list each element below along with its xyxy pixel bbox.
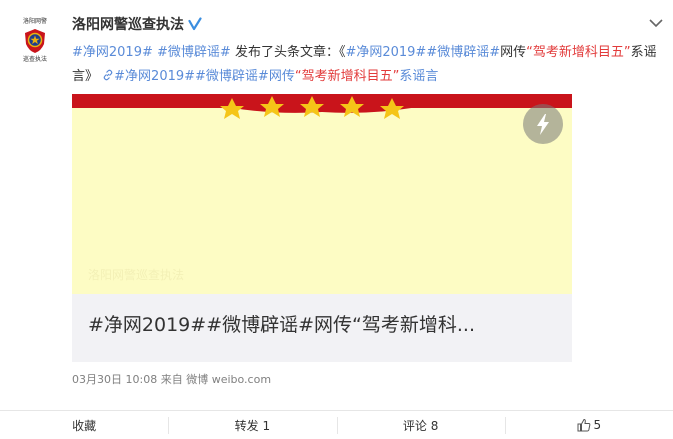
avatar[interactable]: 洛阳网警 巡查执法 (14, 18, 56, 64)
verified-icon (188, 17, 202, 31)
hashtag-link[interactable]: #微博辟谣# (157, 45, 231, 60)
avatar-text-top: 洛阳网警 (22, 18, 47, 25)
collect-label: 收藏 (72, 418, 97, 433)
like-button[interactable]: 5 (504, 411, 673, 439)
like-count: 5 (593, 418, 602, 432)
hashtag-link[interactable]: #微博辟谣# (195, 69, 269, 84)
flash-button[interactable] (523, 104, 563, 144)
author-name[interactable]: 洛阳网警巡查执法 (72, 14, 184, 34)
article-cover-image: 洛阳网警巡查执法 (72, 94, 572, 294)
thumbs-up-icon (577, 418, 590, 432)
link-end: 系谣言 (399, 69, 439, 84)
link-icon (103, 69, 113, 81)
article-title-mid: 网传 (500, 45, 527, 60)
comment-label: 评论 8 (402, 418, 439, 433)
stars-decoration (202, 94, 442, 119)
post-time[interactable]: 03月30日 10:08 (72, 373, 157, 386)
author-row: 洛阳网警巡查执法 (72, 14, 202, 34)
hashtag-link[interactable]: #净网2019# (345, 45, 426, 60)
article-title-quote: “驾考新增科目五” (526, 45, 631, 60)
avatar-text-bottom: 巡查执法 (22, 56, 47, 63)
hashtag-link[interactable]: #净网2019# (72, 45, 153, 60)
collect-button[interactable]: 收藏 (0, 411, 168, 439)
article-card-title[interactable]: #净网2019##微博辟谣#网传“驾考新增科... (88, 310, 475, 337)
lightning-icon (537, 114, 549, 135)
article-link[interactable]: #净网2019##微博辟谣#网传“驾考新增科目五”系谣言 (102, 69, 438, 84)
post-intro: 发布了头条文章：《 (230, 45, 346, 60)
image-watermark: 洛阳网警巡查执法 (88, 268, 185, 282)
action-bar: 收藏 转发 1 评论 8 5 (0, 410, 673, 439)
repost-button[interactable]: 转发 1 (168, 411, 336, 439)
police-emblem-icon (25, 29, 45, 53)
repost-label: 转发 1 (234, 418, 271, 433)
post-meta: 03月30日 10:08 来自 微博 weibo.com (72, 371, 271, 387)
hashtag-link[interactable]: #净网2019# (114, 69, 195, 84)
from-label: 来自 (160, 373, 183, 386)
post-source[interactable]: 微博 weibo.com (186, 373, 271, 386)
post-text: #净网2019# #微博辟谣# 发布了头条文章：《#净网2019##微博辟谣#网… (72, 41, 662, 89)
hashtag-link[interactable]: #微博辟谣# (426, 45, 500, 60)
link-quote: “驾考新增科目五” (294, 69, 400, 84)
comment-button[interactable]: 评论 8 (336, 411, 505, 439)
chevron-down-icon[interactable] (649, 18, 663, 28)
link-mid: 网传 (268, 69, 295, 84)
article-card[interactable]: 洛阳网警巡查执法 #净网2019##微博辟谣#网传“驾考新增科... (72, 94, 572, 362)
